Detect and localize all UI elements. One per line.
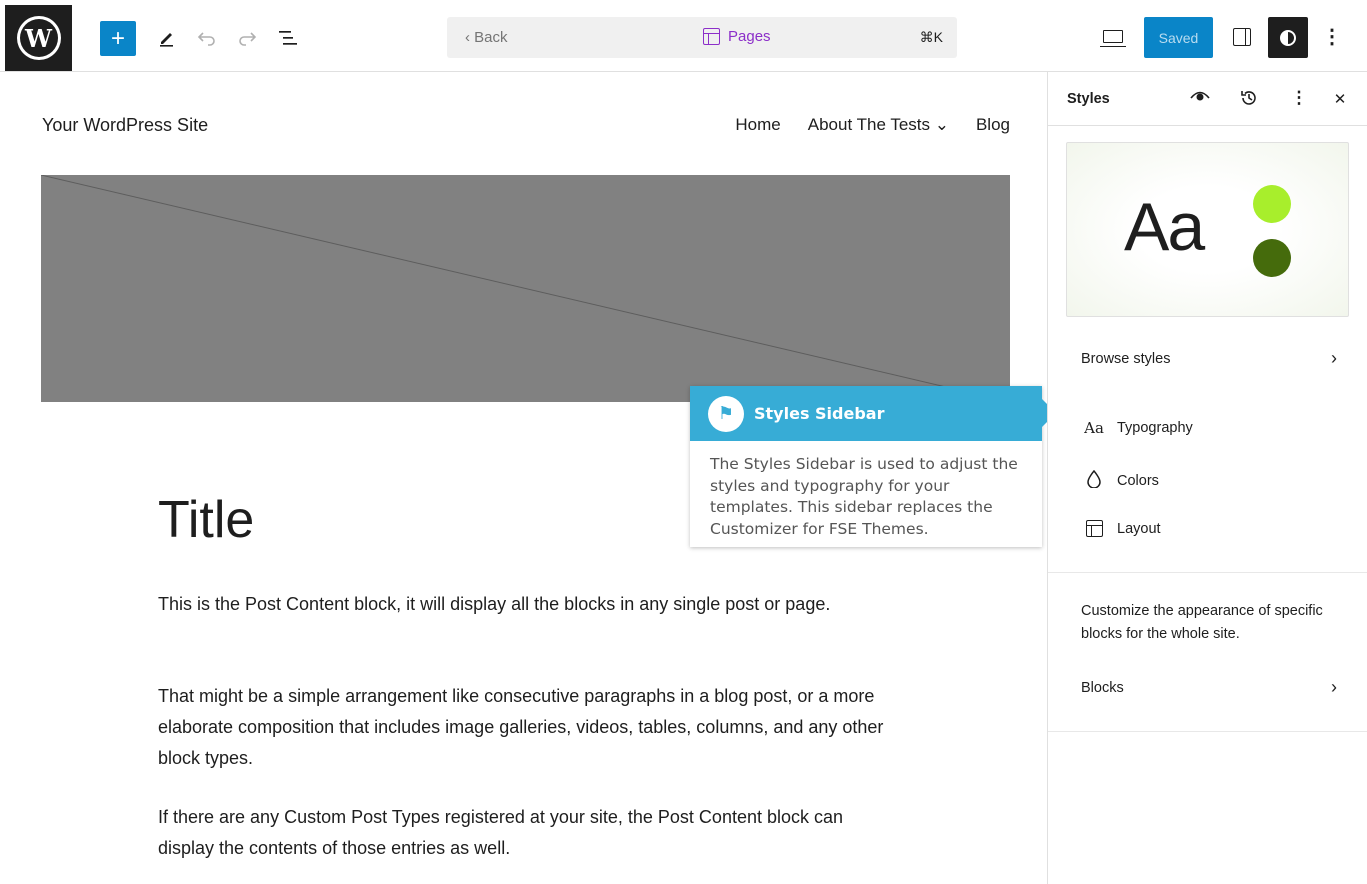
colors-label: Colors	[1117, 473, 1159, 489]
section-divider	[1048, 731, 1367, 732]
undo-icon	[197, 32, 215, 46]
droplet-icon	[1084, 469, 1104, 492]
featured-image-placeholder[interactable]	[41, 175, 1010, 402]
pages-icon	[703, 28, 720, 45]
options-menu-icon[interactable]: ⋮	[1322, 24, 1342, 49]
close-icon[interactable]: ✕	[1329, 90, 1351, 108]
style-book-eye-icon[interactable]	[1189, 88, 1211, 108]
style-variation-preview[interactable]: Aa	[1066, 142, 1349, 317]
chevron-right-icon: ›	[1331, 348, 1337, 368]
list-view-icon	[279, 31, 297, 45]
post-paragraph[interactable]: That might be a simple arrangement like …	[158, 681, 898, 774]
add-block-button[interactable]: +	[100, 21, 136, 56]
editor-top-bar: W + ‹ Back Pages ⌘K Saved ⋮	[0, 0, 1367, 72]
settings-sidebar-toggle-icon[interactable]	[1233, 28, 1251, 46]
plus-icon: +	[110, 24, 125, 52]
section-divider	[1048, 572, 1367, 573]
blocks-label: Blocks	[1081, 680, 1124, 696]
wordpress-icon: W	[16, 16, 61, 60]
wordpress-logo-button[interactable]: W	[5, 5, 72, 71]
layout-icon	[1084, 520, 1104, 537]
layout-label: Layout	[1117, 520, 1161, 537]
preview-color-swatch	[1253, 239, 1291, 277]
navigation: Home About The Tests ⌄ Blog	[735, 115, 1010, 135]
post-title[interactable]: Title	[158, 490, 254, 550]
placeholder-diagonal	[41, 175, 1010, 402]
tour-header: ⚑ Styles Sidebar	[690, 386, 1042, 441]
site-title[interactable]: Your WordPress Site	[42, 115, 208, 136]
device-preview-icon[interactable]	[1100, 30, 1126, 47]
chevron-right-icon: ›	[1331, 677, 1337, 697]
command-center-label: Pages	[728, 28, 771, 45]
tour-description: The Styles Sidebar is used to adjust the…	[710, 455, 1018, 538]
back-link[interactable]: ‹ Back	[465, 29, 508, 46]
preview-color-swatch	[1253, 185, 1291, 223]
redo-button[interactable]	[233, 20, 261, 56]
typography-label: Typography	[1117, 420, 1193, 436]
preview-typography-sample: Aa	[1124, 189, 1205, 265]
nav-item-home[interactable]: Home	[735, 115, 780, 135]
browse-styles-label: Browse styles	[1081, 351, 1171, 367]
pencil-icon	[160, 33, 173, 47]
layout-nav-item[interactable]: Layout	[1084, 520, 1161, 537]
post-paragraph[interactable]: This is the Post Content block, it will …	[158, 589, 898, 620]
more-options-icon[interactable]: ⋮	[1288, 88, 1310, 108]
tour-popover: ⚑ Styles Sidebar The Styles Sidebar is u…	[690, 386, 1056, 547]
styles-sidebar: Styles ⋮ ✕ Aa Browse styles › Aa Typogra…	[1047, 72, 1367, 884]
typography-icon: Aa	[1084, 419, 1104, 437]
command-center-title[interactable]: Pages	[703, 28, 771, 45]
styles-button[interactable]	[1268, 17, 1308, 58]
saved-button[interactable]: Saved	[1144, 17, 1213, 58]
sidebar-title: Styles	[1067, 91, 1110, 107]
blocks-description: Customize the appearance of specific blo…	[1081, 603, 1323, 642]
command-center[interactable]: ‹ Back Pages ⌘K	[447, 17, 957, 58]
revisions-history-icon[interactable]	[1238, 88, 1260, 113]
half-circle-icon	[1280, 29, 1296, 46]
redo-icon	[239, 32, 257, 46]
undo-button[interactable]	[193, 20, 221, 56]
flag-icon: ⚑	[708, 395, 744, 432]
document-overview-button[interactable]	[274, 20, 302, 56]
typography-nav-item[interactable]: Aa Typography	[1084, 419, 1193, 437]
nav-item-blog[interactable]: Blog	[976, 115, 1010, 135]
sidebar-header: Styles ⋮ ✕	[1048, 72, 1367, 126]
tools-button[interactable]	[153, 20, 181, 56]
nav-item-about[interactable]: About The Tests ⌄	[808, 115, 949, 135]
tour-title: Styles Sidebar	[754, 404, 885, 423]
keyboard-shortcut: ⌘K	[919, 29, 943, 45]
colors-nav-item[interactable]: Colors	[1084, 469, 1159, 492]
post-paragraph[interactable]: If there are any Custom Post Types regis…	[158, 802, 898, 864]
